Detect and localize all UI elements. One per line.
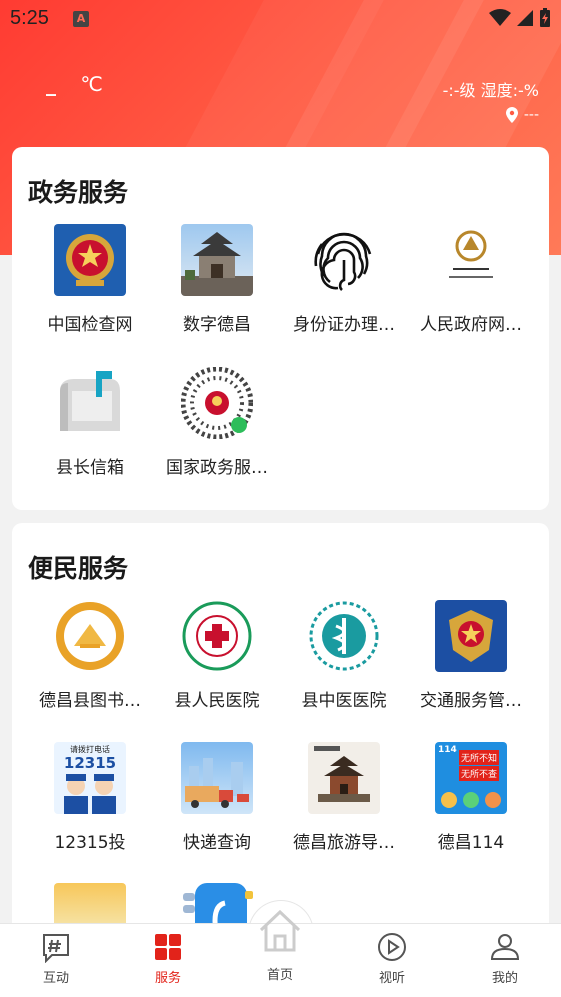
service-tile-mailbox[interactable]: 县长信箱 xyxy=(27,367,153,478)
service-tile-library[interactable]: 德昌县图书… xyxy=(27,600,153,711)
section-title: 便民服务 xyxy=(28,554,129,583)
nav-label: 服务 xyxy=(154,971,181,986)
library-logo-icon xyxy=(54,600,126,672)
location-text: --- xyxy=(523,107,539,123)
service-label: 交通服务管… xyxy=(420,691,522,711)
service-label: 德昌县图书… xyxy=(39,691,141,711)
service-tile-government-site[interactable]: 人民政府网… xyxy=(408,224,534,335)
service-label: 数字德昌 xyxy=(183,315,251,335)
play-circle-icon xyxy=(376,931,408,963)
service-tile-tourism[interactable]: 德昌旅游导… xyxy=(281,742,407,853)
bottom-navigation: 互动 服务 首页 视听 我的 xyxy=(0,909,561,997)
temperature-value: _ xyxy=(46,72,56,96)
status-time: 5:25 xyxy=(10,7,49,29)
tourism-pagoda-icon xyxy=(308,742,380,814)
nav-item-media[interactable]: 视听 xyxy=(336,924,448,997)
service-label: 县长信箱 xyxy=(56,458,124,478)
nav-label: 视听 xyxy=(378,971,405,986)
nav-item-services[interactable]: 服务 xyxy=(112,924,224,997)
service-label: 身份证办理… xyxy=(293,315,395,335)
nav-item-mine[interactable]: 我的 xyxy=(449,924,561,997)
weather-wind-humidity: -:-级 湿度:-% xyxy=(442,81,539,100)
service-label: 德昌114 xyxy=(437,833,505,853)
service-label: 德昌旅游导… xyxy=(293,833,395,853)
delivery-truck-icon xyxy=(181,742,253,814)
service-tile-traffic[interactable]: 交通服务管… xyxy=(408,600,534,711)
pavilion-photo-icon xyxy=(181,224,253,296)
service-label: 县人民医院 xyxy=(174,691,260,711)
tag-find-all: 无所不查 xyxy=(459,766,500,781)
complaint-hotline-icon: 请拨打电话 12315 xyxy=(54,742,126,814)
service-label: 快递查询 xyxy=(183,833,251,853)
mailbox-icon xyxy=(54,367,126,439)
notification-a-icon: A xyxy=(73,11,89,27)
status-bar: 5:25 A xyxy=(0,0,561,38)
service-label: 12315投 xyxy=(54,833,126,853)
miniprogram-code-icon xyxy=(181,367,253,439)
service-tile-tcm-hospital[interactable]: 县中医医院 xyxy=(281,600,407,711)
location-pin-icon xyxy=(505,107,518,123)
service-tile-procuratorate[interactable]: 中国检查网 xyxy=(27,224,153,335)
service-tile-id-card[interactable]: 身份证办理… xyxy=(281,224,407,335)
signal-icon xyxy=(517,10,533,26)
service-tile-express[interactable]: 快递查询 xyxy=(154,742,280,853)
hotline-number: 12315 xyxy=(63,754,117,772)
tcm-hospital-logo-icon xyxy=(308,600,380,672)
user-icon xyxy=(489,931,521,963)
service-label: 人民政府网… xyxy=(420,315,522,335)
procuratorate-emblem-icon xyxy=(54,224,126,296)
badge-114: 114 xyxy=(438,745,457,755)
hospital-logo-icon xyxy=(181,600,253,672)
fingerprint-icon xyxy=(308,224,380,296)
service-label: 国家政务服… xyxy=(166,458,268,478)
service-tile-national-gov[interactable]: 国家政务服… xyxy=(154,367,280,478)
battery-icon xyxy=(540,8,550,27)
government-services-card: 政务服务 中国检查网 数字德昌 身份证办理… 人民政府网… 县长信箱 国家政务服… xyxy=(12,147,549,510)
service-tile-12315[interactable]: 请拨打电话 12315 12315投 xyxy=(27,742,153,853)
grid-icon xyxy=(152,931,184,963)
nav-item-interaction[interactable]: 互动 xyxy=(0,924,112,997)
temperature-unit: ℃ xyxy=(80,72,103,96)
service-label: 县中医医院 xyxy=(301,691,387,711)
tag-know-all: 无所不知 xyxy=(459,750,500,765)
system-icons xyxy=(489,8,551,28)
service-tile-digital-dechang[interactable]: 数字德昌 xyxy=(154,224,280,335)
nav-label: 我的 xyxy=(491,971,518,986)
police-emblem-icon xyxy=(435,600,507,672)
service-tile-114[interactable]: 114 无所不知 无所不查 德昌114 xyxy=(408,742,534,853)
hash-chat-icon xyxy=(40,931,72,964)
dechang-logo-icon xyxy=(435,224,507,296)
nav-item-home[interactable]: 首页 xyxy=(224,909,336,997)
service-label: 中国检查网 xyxy=(47,315,133,335)
nav-label: 首页 xyxy=(266,968,293,983)
convenience-services-card: 便民服务 德昌县图书… 县人民医院 县中医医院 交通服务管… 请拨打电话 123… xyxy=(12,523,549,955)
wifi-icon xyxy=(489,9,511,26)
section-title: 政务服务 xyxy=(28,178,129,207)
nav-label: 互动 xyxy=(42,971,69,986)
weather-temperature: _ ℃ xyxy=(46,72,103,96)
service-tile-peoples-hospital[interactable]: 县人民医院 xyxy=(154,600,280,711)
weather-location[interactable]: --- xyxy=(505,107,539,123)
home-icon xyxy=(255,906,305,956)
phone-114-icon: 114 无所不知 无所不查 xyxy=(435,742,507,814)
